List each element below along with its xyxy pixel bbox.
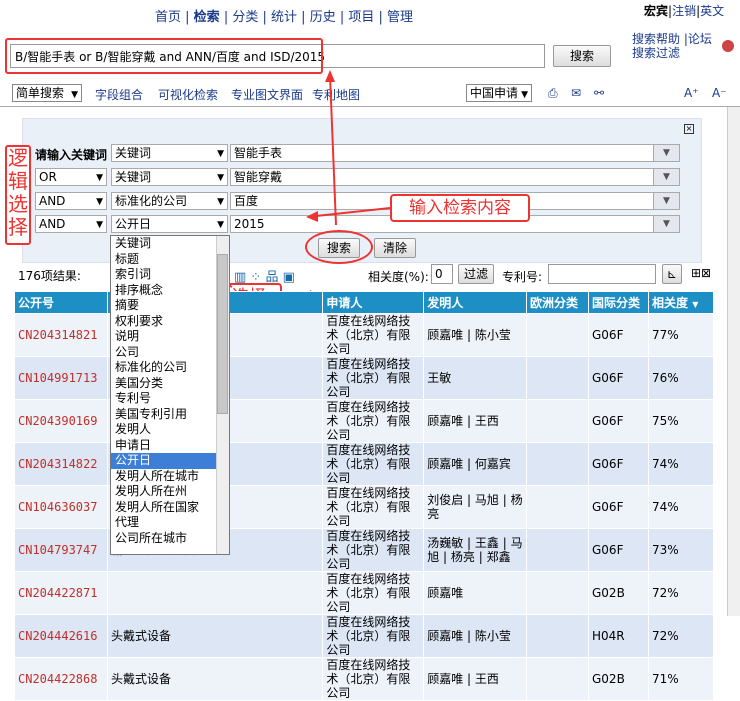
cell-applicant: 百度在线网络技术（北京）有限公司	[323, 400, 424, 443]
cell-pn[interactable]: CN104793747	[15, 529, 108, 572]
cell-ec	[527, 400, 589, 443]
cell-pn[interactable]: CN204422871	[15, 572, 108, 615]
cell-inventor: 顾嘉唯	[424, 572, 527, 615]
cell-ipc: G06F	[589, 400, 649, 443]
cell-rel: 71%	[648, 658, 713, 701]
cell-pn[interactable]: CN104636037	[15, 486, 108, 529]
col-inventor[interactable]: 发明人	[424, 292, 527, 314]
cell-applicant: 百度在线网络技术（北京）有限公司	[323, 486, 424, 529]
dropdown-option[interactable]: 发明人所在城市	[111, 469, 229, 485]
relevance-input[interactable]: 0	[431, 264, 453, 284]
cell-ipc: G06F	[589, 443, 649, 486]
filter-button[interactable]: 过滤	[458, 264, 494, 284]
cell-rel: 75%	[648, 400, 713, 443]
cell-inventor: 顾嘉唯 | 陈小莹	[424, 314, 527, 357]
table-row[interactable]: CN204422868头戴式设备百度在线网络技术（北京）有限公司顾嘉唯 | 王西…	[15, 658, 714, 701]
cell-inventor: 顾嘉唯 | 王西	[424, 400, 527, 443]
cell-pn[interactable]: CN204390169	[15, 400, 108, 443]
dropdown-option[interactable]: 关键词	[111, 236, 229, 252]
cell-ipc: G06F	[589, 314, 649, 357]
cell-title: 头戴式设备	[107, 615, 322, 658]
cell-pn[interactable]: CN204314822	[15, 443, 108, 486]
cell-applicant: 百度在线网络技术（北京）有限公司	[323, 529, 424, 572]
cell-rel: 74%	[648, 486, 713, 529]
cell-inventor: 顾嘉唯 | 何嘉宾	[424, 443, 527, 486]
cell-ec	[527, 572, 589, 615]
col-ec[interactable]: 欧洲分类	[527, 292, 589, 314]
dropdown-option[interactable]: 公开日	[111, 453, 229, 469]
table-row[interactable]: CN204422871 百度在线网络技术（北京）有限公司顾嘉唯 G02B72%	[15, 572, 714, 615]
cell-inventor: 顾嘉唯 | 陈小莹	[424, 615, 527, 658]
dropdown-option[interactable]: 标准化的公司	[111, 360, 229, 376]
dropdown-option[interactable]: 代理	[111, 515, 229, 531]
cell-pn[interactable]: CN104991713	[15, 357, 108, 400]
cell-applicant: 百度在线网络技术（北京）有限公司	[323, 443, 424, 486]
cell-inventor: 顾嘉唯 | 王西	[424, 658, 527, 701]
scroll-thumb[interactable]	[217, 254, 228, 414]
layout-icon[interactable]: ⊞⊠	[691, 266, 711, 280]
dropdown-option[interactable]: 申请日	[111, 438, 229, 454]
cell-inventor: 王敏	[424, 357, 527, 400]
cell-rel: 74%	[648, 443, 713, 486]
cell-title: 头戴式设备	[107, 658, 322, 701]
col-ipc[interactable]: 国际分类	[589, 292, 649, 314]
result-count: 176项结果:	[18, 267, 81, 284]
table-row[interactable]: CN204442616头戴式设备百度在线网络技术（北京）有限公司顾嘉唯 | 陈小…	[15, 615, 714, 658]
field-dropdown[interactable]: 关键词标题索引词排序概念摘要权利要求说明公司标准化的公司美国分类专利号美国专利引…	[110, 235, 230, 555]
dropdown-option[interactable]: 发明人所在国家	[111, 500, 229, 516]
cell-ipc: G02B	[589, 572, 649, 615]
cell-inventor: 刘俊启 | 马旭 | 杨亮	[424, 486, 527, 529]
cell-applicant: 百度在线网络技术（北京）有限公司	[323, 572, 424, 615]
cell-rel: 73%	[648, 529, 713, 572]
cell-applicant: 百度在线网络技术（北京）有限公司	[323, 314, 424, 357]
cell-inventor: 汤巍敏 | 王鑫 | 马旭 | 杨亮 | 郑鑫	[424, 529, 527, 572]
cell-pn[interactable]: CN204442616	[15, 615, 108, 658]
cell-ec	[527, 615, 589, 658]
cell-ipc: G06F	[589, 357, 649, 400]
patent-label: 专利号:	[502, 268, 542, 285]
cell-ipc: H04R	[589, 615, 649, 658]
dropdown-option[interactable]: 发明人所在州	[111, 484, 229, 500]
cell-rel: 77%	[648, 314, 713, 357]
dropdown-option[interactable]: 索引词	[111, 267, 229, 283]
col-rel[interactable]: 相关度 ▼	[648, 292, 713, 314]
cell-applicant: 百度在线网络技术（北京）有限公司	[323, 658, 424, 701]
cell-applicant: 百度在线网络技术（北京）有限公司	[323, 357, 424, 400]
dropdown-option[interactable]: 专利号	[111, 391, 229, 407]
dropdown-option[interactable]: 摘要	[111, 298, 229, 314]
dropdown-option[interactable]: 公司所在城市	[111, 531, 229, 547]
cell-title	[107, 572, 322, 615]
dropdown-option[interactable]: 美国专利引用	[111, 407, 229, 423]
dropdown-option[interactable]: 美国分类	[111, 376, 229, 392]
cell-pn[interactable]: CN204314821	[15, 314, 108, 357]
dropdown-option[interactable]: 标题	[111, 252, 229, 268]
cell-ec	[527, 658, 589, 701]
patent-input[interactable]	[548, 264, 656, 284]
cell-rel: 76%	[648, 357, 713, 400]
cell-applicant: 百度在线网络技术（北京）有限公司	[323, 615, 424, 658]
cell-ec	[527, 314, 589, 357]
view-icons[interactable]: ▥ ⁘ 品 ▣	[234, 266, 295, 285]
cell-rel: 72%	[648, 572, 713, 615]
cell-ec	[527, 443, 589, 486]
dropdown-option[interactable]: 排序概念	[111, 283, 229, 299]
cell-pn[interactable]: CN204422868	[15, 658, 108, 701]
dropdown-option[interactable]: 发明人	[111, 422, 229, 438]
col-applicant[interactable]: 申请人	[323, 292, 424, 314]
cell-ipc: G06F	[589, 486, 649, 529]
relevance-label: 相关度(%):	[368, 268, 429, 285]
dropdown-option[interactable]: 公司	[111, 345, 229, 361]
dropdown-scrollbar[interactable]	[216, 236, 229, 554]
cell-ipc: G02B	[589, 658, 649, 701]
dropdown-option[interactable]: 权利要求	[111, 314, 229, 330]
settings-icon[interactable]: ⊾	[662, 264, 682, 284]
sort-icon: ▼	[692, 300, 698, 309]
col-pn[interactable]: 公开号	[15, 292, 108, 314]
cell-ec	[527, 486, 589, 529]
dropdown-option[interactable]: 说明	[111, 329, 229, 345]
cell-ec	[527, 357, 589, 400]
cell-ec	[527, 529, 589, 572]
cell-rel: 72%	[648, 615, 713, 658]
cell-ipc: G06F	[589, 529, 649, 572]
